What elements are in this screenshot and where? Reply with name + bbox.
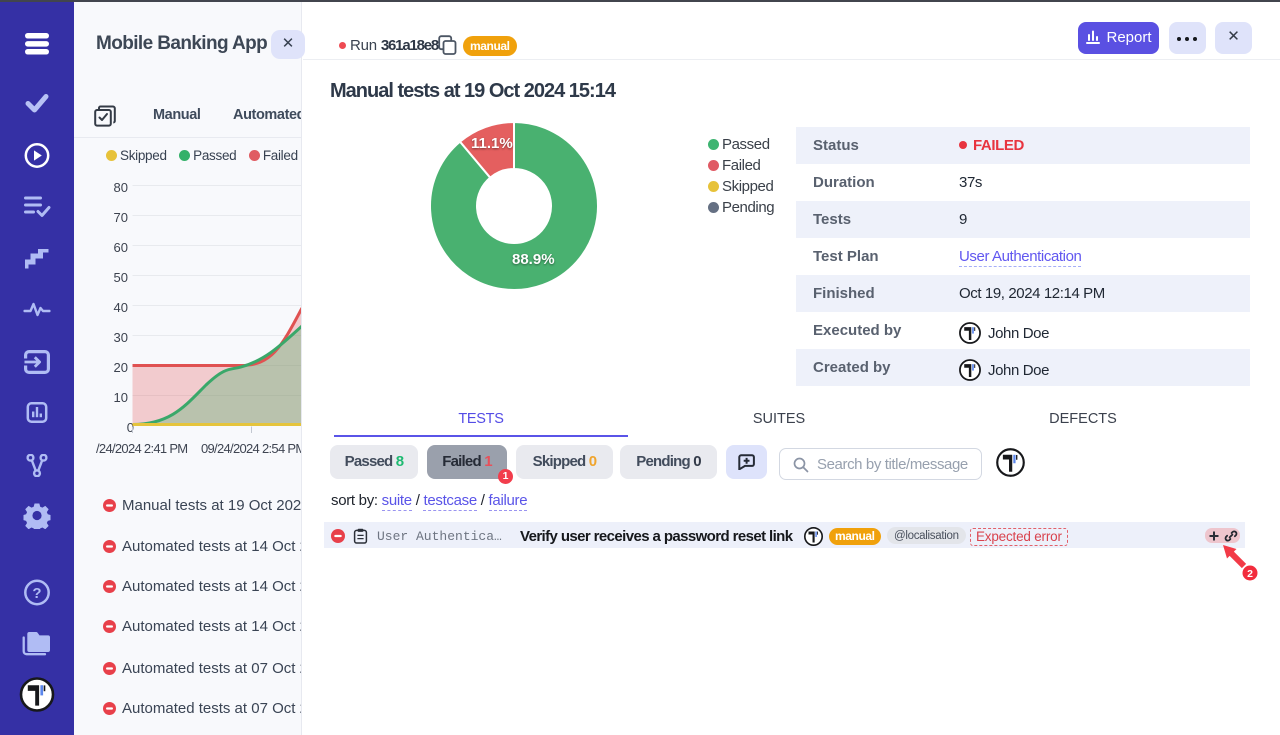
svg-text:2: 2	[1247, 568, 1253, 580]
svg-text:?: ?	[32, 585, 41, 602]
